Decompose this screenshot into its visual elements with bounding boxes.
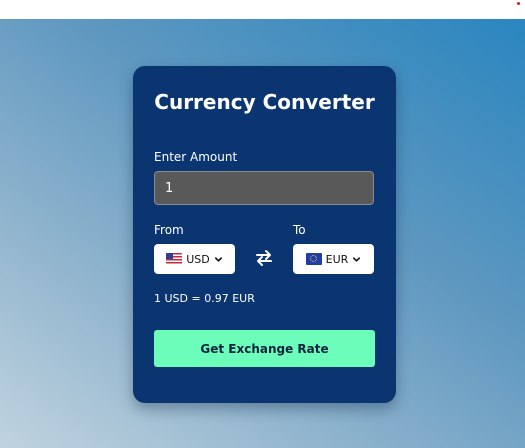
to-currency-select[interactable]: EUR — [293, 244, 374, 274]
chevron-down-icon — [353, 256, 361, 262]
to-label: To — [293, 223, 306, 237]
eu-flag-icon — [305, 253, 322, 265]
us-flag-icon — [166, 253, 183, 265]
from-label: From — [154, 223, 184, 237]
browser-top-strip — [0, 0, 525, 19]
page-title: Currency Converter — [154, 90, 375, 114]
to-currency-code: EUR — [325, 252, 349, 266]
amount-input[interactable] — [154, 171, 374, 205]
from-currency-code: USD — [186, 252, 210, 266]
swap-arrows-icon[interactable] — [254, 248, 274, 268]
converter-card: Currency Converter Enter Amount From To … — [133, 66, 396, 403]
exchange-rate-text: 1 USD = 0.97 EUR — [154, 292, 255, 305]
chevron-down-icon — [214, 256, 222, 262]
status-dot — [517, 2, 520, 5]
amount-label: Enter Amount — [154, 150, 238, 164]
from-currency-select[interactable]: USD — [154, 244, 235, 274]
get-exchange-rate-button[interactable]: Get Exchange Rate — [154, 330, 375, 367]
